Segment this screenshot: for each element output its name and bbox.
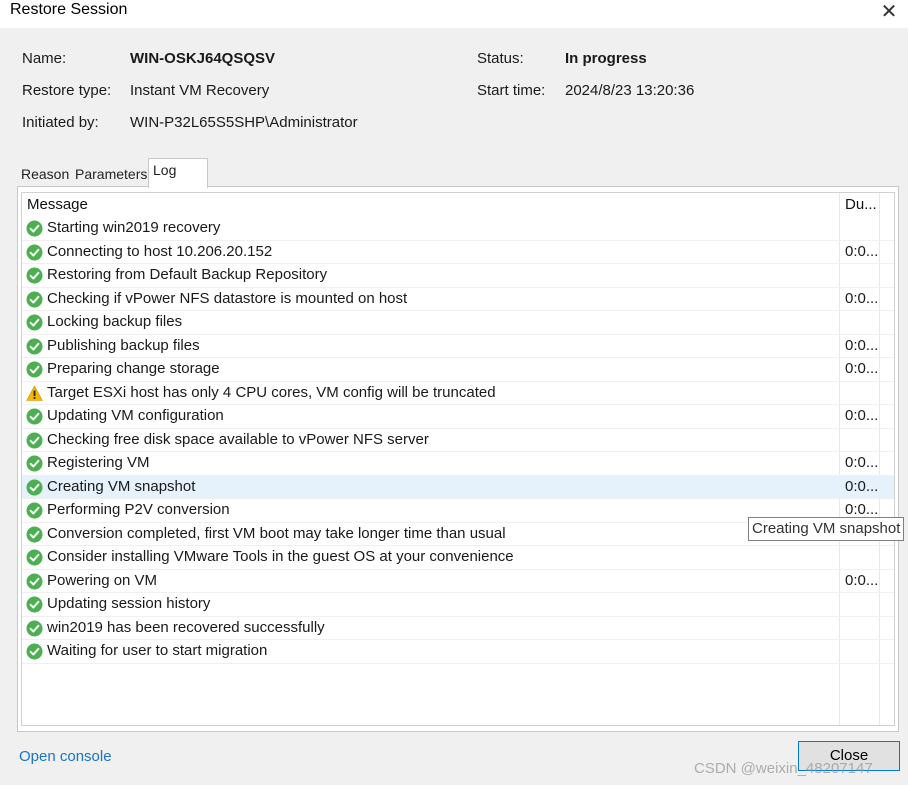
log-row[interactable]: Updating VM configuration 0:0... [22,405,894,429]
tooltip: Creating VM snapshot [748,517,905,541]
status-label: Status: [477,50,524,67]
log-message: Waiting for user to start migration [47,642,268,659]
log-message: Performing P2V conversion [47,501,230,518]
log-message: Connecting to host 10.206.20.152 [47,242,273,260]
log-row[interactable]: Restoring from Default Backup Repository [22,264,894,288]
log-panel: Message Du... Starting win2019 recovery C… [17,186,899,732]
check-icon [26,338,43,355]
log-row[interactable]: Preparing change storage 0:0... [22,358,894,382]
watermark: CSDN @weixin_48207147 [694,760,873,777]
restore-type-value: Instant VM Recovery [130,82,270,99]
log-message: win2019 has been recovered successfully [47,618,325,636]
check-icon [26,244,43,261]
log-message: Publishing backup files [47,336,200,354]
check-icon [26,314,43,331]
log-row[interactable]: Locking backup files [22,311,894,335]
log-row[interactable]: Checking if vPower NFS datastore is moun… [22,288,894,311]
start-time-value: 2024/8/23 13:20:36 [565,82,695,99]
start-time-label: Start time: [477,82,546,99]
log-row[interactable]: Registering VM 0:0... [22,452,894,476]
log-row[interactable]: win2019 has been recovered successfully [22,617,894,640]
tab-parameters[interactable]: Parameters [71,163,151,187]
window-title: Restore Session [10,1,128,18]
log-duration: 0:0... [845,477,879,495]
log-duration: 0:0... [845,242,879,260]
log-message: Target ESXi host has only 4 CPU cores, V… [47,383,496,401]
log-message: Consider installing VMware Tools in the … [47,548,514,565]
log-row[interactable]: Starting win2019 recovery [22,217,894,241]
warning-icon [26,384,43,402]
check-icon [26,479,43,496]
check-icon [26,432,43,449]
tab-log[interactable]: Log [148,158,208,188]
check-icon [26,361,43,378]
log-message: Preparing change storage [47,360,220,377]
status-value: In progress [565,50,647,67]
name-label: Name: [22,50,67,67]
check-icon [26,267,43,284]
log-message: Powering on VM [47,571,158,589]
check-icon [26,526,43,543]
log-duration: 0:0... [845,571,879,589]
close-icon[interactable]: ✕ [876,0,902,26]
log-duration: 0:0... [845,407,879,424]
name-value: WIN-OSKJ64QSQSV [130,50,276,67]
open-console-link[interactable]: Open console [19,748,112,765]
log-row[interactable]: Updating session history [22,593,894,617]
log-message: Starting win2019 recovery [47,219,221,236]
log-message: Restoring from Default Backup Repository [47,266,328,283]
initiated-by-label: Initiated by: [22,114,99,131]
check-icon [26,573,43,590]
log-row[interactable]: Connecting to host 10.206.20.152 0:0... [22,241,894,264]
log-row[interactable]: Creating VM snapshot 0:0... [22,475,894,499]
log-row[interactable]: Target ESXi host has only 4 CPU cores, V… [22,382,894,405]
log-row[interactable]: Publishing backup files 0:0... [22,335,894,358]
check-icon [26,220,43,237]
log-message: Updating VM configuration [47,407,224,424]
initiated-by-value: WIN-P32L65S5SHP\Administrator [130,114,358,131]
log-row[interactable]: Checking free disk space available to vP… [22,429,894,452]
log-message: Locking backup files [47,313,183,330]
log-duration: 0:0... [845,501,879,518]
title-bar: Restore Session ✕ [0,0,908,28]
log-message: Conversion completed, first VM boot may … [47,524,506,542]
check-icon [26,620,43,637]
check-icon [26,549,43,566]
restore-type-label: Restore type: [22,82,112,99]
log-duration: 0:0... [845,336,879,354]
column-message-header[interactable]: Message [27,196,88,213]
log-message: Registering VM [47,454,150,471]
check-icon [26,455,43,472]
log-duration: 0:0... [845,454,879,471]
log-list[interactable]: Message Du... Starting win2019 recovery C… [21,192,895,726]
check-icon [26,291,43,308]
check-icon [26,502,43,519]
log-message: Updating session history [47,595,211,612]
log-message: Checking free disk space available to vP… [47,430,429,448]
tab-reason[interactable]: Reason [17,163,73,187]
check-icon [26,408,43,425]
list-header: Message Du... [22,193,894,217]
check-icon [26,596,43,613]
log-message: Checking if vPower NFS datastore is moun… [47,289,408,307]
column-duration-header[interactable]: Du... [845,196,877,213]
log-message: Creating VM snapshot [47,477,196,495]
log-duration: 0:0... [845,360,879,377]
log-row[interactable]: Waiting for user to start migration [22,640,894,664]
log-duration: 0:0... [845,289,879,307]
check-icon [26,643,43,660]
log-row[interactable]: Powering on VM 0:0... [22,570,894,593]
log-row[interactable]: Consider installing VMware Tools in the … [22,546,894,570]
